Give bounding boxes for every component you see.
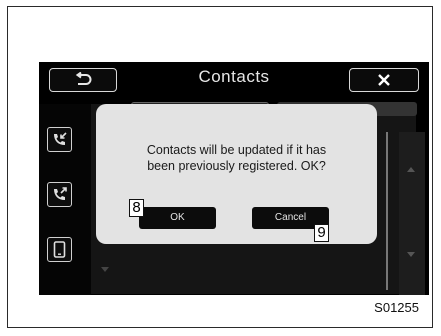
sidebar-item-phone-contacts[interactable] <box>47 237 72 262</box>
close-button[interactable] <box>349 68 419 92</box>
page-title: Contacts <box>198 67 270 86</box>
confirmation-dialog: Contacts will be updated if it has been … <box>96 104 377 244</box>
scrollbar[interactable] <box>399 132 425 295</box>
close-x-icon <box>377 73 391 87</box>
dialog-message-line2: been previously registered. OK? <box>147 159 326 173</box>
incoming-call-icon <box>51 131 68 148</box>
ok-button[interactable]: OK <box>139 207 216 229</box>
figure-id: S01255 <box>374 300 419 315</box>
sidebar-item-outgoing-calls[interactable] <box>47 182 72 207</box>
scroll-track-line <box>386 132 388 290</box>
scroll-up-icon[interactable] <box>407 167 415 172</box>
sidebar-item-incoming-calls[interactable] <box>47 127 72 152</box>
dialog-message-line1: Contacts will be updated if it has <box>146 143 327 157</box>
phone-device-icon <box>53 241 66 258</box>
list-down-arrow-icon <box>101 267 109 272</box>
back-arrow-icon <box>73 72 93 88</box>
figure-frame: Contacts Contacts will be updated if it … <box>7 6 433 328</box>
dialog-message: Contacts will be updated if it has been … <box>96 142 377 174</box>
callout-ok: 8 <box>129 199 144 217</box>
head-unit-screen: Contacts Contacts will be updated if it … <box>39 62 429 295</box>
scroll-down-icon[interactable] <box>407 252 415 257</box>
sidebar <box>39 104 91 295</box>
callout-cancel: 9 <box>314 224 329 242</box>
outgoing-call-icon <box>51 186 68 203</box>
back-button[interactable] <box>49 68 117 92</box>
